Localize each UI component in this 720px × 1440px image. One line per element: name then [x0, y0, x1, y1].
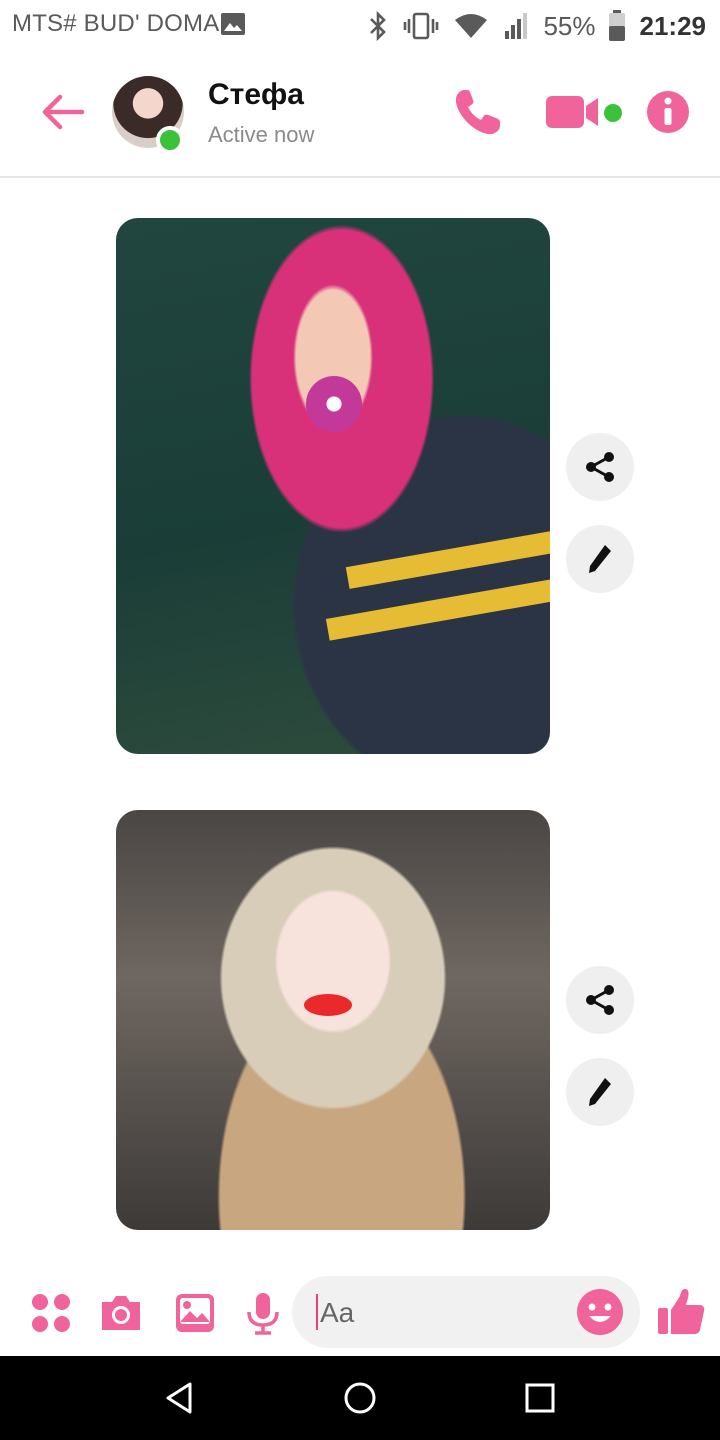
edit-button[interactable] — [566, 525, 634, 593]
wifi-icon — [455, 14, 488, 38]
video-icon[interactable] — [544, 92, 604, 132]
contact-name[interactable]: Стефа — [208, 78, 304, 112]
message-input-placeholder: Aa — [320, 1297, 355, 1328]
text-caret — [316, 1294, 318, 1330]
emoji-icon[interactable] — [576, 1288, 624, 1336]
phone-icon[interactable] — [450, 86, 504, 140]
photo-message-1[interactable] — [116, 218, 550, 754]
nav-back-icon[interactable] — [162, 1380, 198, 1416]
conversation-header: Стефа Active now — [0, 52, 720, 178]
clock: 21:29 — [639, 10, 707, 41]
photo-message-2[interactable] — [116, 810, 550, 1230]
contact-status: Active now — [208, 122, 315, 147]
online-indicator — [156, 126, 184, 154]
image-icon — [221, 13, 245, 35]
camera-icon[interactable] — [98, 1290, 144, 1336]
share-icon — [586, 985, 614, 1015]
system-nav-bar — [0, 1356, 720, 1440]
info-icon[interactable] — [646, 90, 690, 134]
battery-icon — [608, 10, 625, 41]
microphone-icon[interactable] — [240, 1290, 286, 1336]
signal-icon — [505, 13, 528, 39]
edit-icon — [589, 1078, 611, 1106]
photo-detail — [304, 994, 352, 1016]
share-icon — [586, 452, 614, 482]
edit-icon — [589, 545, 611, 573]
photo-detail — [306, 376, 362, 432]
battery-percent: 55% — [543, 10, 596, 41]
share-button[interactable] — [566, 433, 634, 501]
photo-detail — [345, 529, 550, 589]
thumbs-up-icon[interactable] — [656, 1286, 706, 1336]
message-input[interactable]: Aa — [292, 1276, 640, 1348]
carrier-label: MTS# BUD' DOMA — [12, 10, 220, 37]
gallery-icon[interactable] — [172, 1290, 218, 1336]
status-bar: MTS# BUD' DOMA 55% 21:29 — [0, 0, 720, 52]
nav-recents-icon[interactable] — [522, 1380, 558, 1416]
nav-home-icon[interactable] — [342, 1380, 378, 1416]
status-icons: 55% 21:29 — [367, 8, 706, 44]
video-active-indicator — [604, 104, 622, 122]
back-arrow-icon[interactable] — [38, 88, 86, 136]
share-button[interactable] — [566, 966, 634, 1034]
bluetooth-icon — [370, 11, 387, 41]
vibrate-icon — [404, 12, 439, 40]
apps-icon[interactable] — [28, 1290, 74, 1336]
edit-button[interactable] — [566, 1058, 634, 1126]
composer-bar: Aa — [0, 1270, 720, 1356]
